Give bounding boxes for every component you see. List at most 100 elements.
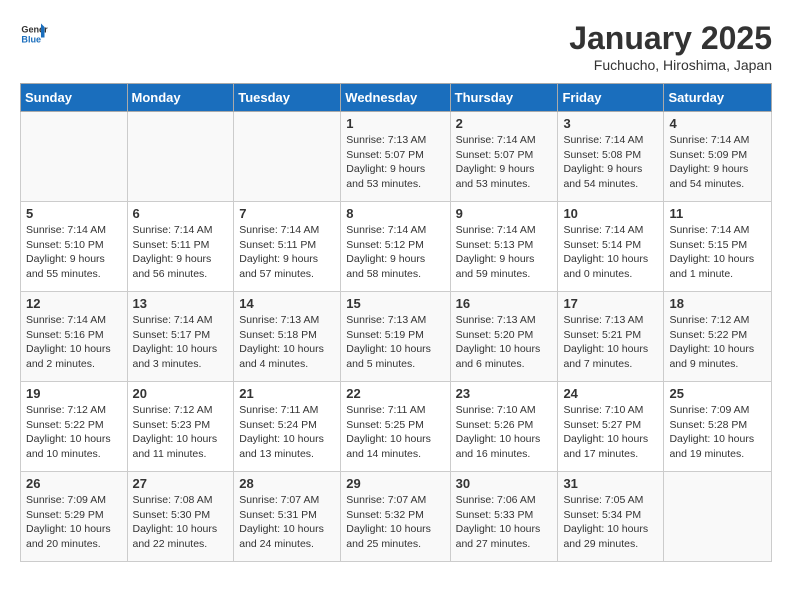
calendar-day-cell: 10 Sunrise: 7:14 AM Sunset: 5:14 PM Dayli… [558, 202, 664, 292]
day-info: Sunrise: 7:10 AM Sunset: 5:27 PM Dayligh… [563, 403, 658, 462]
day-number: 27 [133, 476, 229, 491]
calendar-day-cell: 24 Sunrise: 7:10 AM Sunset: 5:27 PM Dayli… [558, 382, 664, 472]
day-info: Sunrise: 7:12 AM Sunset: 5:22 PM Dayligh… [669, 313, 766, 372]
day-info: Sunrise: 7:07 AM Sunset: 5:31 PM Dayligh… [239, 493, 335, 552]
day-info: Sunrise: 7:14 AM Sunset: 5:14 PM Dayligh… [563, 223, 658, 282]
page-header: General Blue January 2025 Fuchucho, Hiro… [20, 20, 772, 73]
calendar-day-cell: 23Sunrise: 7:10 AM Sunset: 5:26 PM Dayli… [450, 382, 558, 472]
month-title: January 2025 [569, 20, 772, 57]
day-number: 8 [346, 206, 444, 221]
calendar-day-cell: 14Sunrise: 7:13 AM Sunset: 5:18 PM Dayli… [234, 292, 341, 382]
calendar-header: SundayMondayTuesdayWednesdayThursdayFrid… [21, 84, 772, 112]
day-number: 15 [346, 296, 444, 311]
calendar-day-cell: 7 Sunrise: 7:14 AM Sunset: 5:11 PM Daylig… [234, 202, 341, 292]
weekday-header: Thursday [450, 84, 558, 112]
day-number: 21 [239, 386, 335, 401]
calendar-day-cell: 8 Sunrise: 7:14 AM Sunset: 5:12 PM Daylig… [341, 202, 450, 292]
calendar-day-cell: 16 Sunrise: 7:13 AM Sunset: 5:20 PM Dayli… [450, 292, 558, 382]
calendar-day-cell: 11Sunrise: 7:14 AM Sunset: 5:15 PM Dayli… [664, 202, 772, 292]
weekday-header: Sunday [21, 84, 128, 112]
calendar-day-cell: 27 Sunrise: 7:08 AM Sunset: 5:30 PM Dayli… [127, 472, 234, 562]
day-info: Sunrise: 7:13 AM Sunset: 5:19 PM Dayligh… [346, 313, 444, 372]
day-info: Sunrise: 7:11 AM Sunset: 5:25 PM Dayligh… [346, 403, 444, 462]
calendar-day-cell: 4 Sunrise: 7:14 AM Sunset: 5:09 PM Daylig… [664, 112, 772, 202]
day-number: 28 [239, 476, 335, 491]
day-number: 29 [346, 476, 444, 491]
day-number: 26 [26, 476, 122, 491]
calendar-day-cell: 21 Sunrise: 7:11 AM Sunset: 5:24 PM Dayli… [234, 382, 341, 472]
day-info: Sunrise: 7:14 AM Sunset: 5:17 PM Dayligh… [133, 313, 229, 372]
calendar-table: SundayMondayTuesdayWednesdayThursdayFrid… [20, 83, 772, 562]
logo: General Blue [20, 20, 48, 48]
day-info: Sunrise: 7:05 AM Sunset: 5:34 PM Dayligh… [563, 493, 658, 552]
day-info: Sunrise: 7:14 AM Sunset: 5:13 PM Dayligh… [456, 223, 553, 282]
day-number: 22 [346, 386, 444, 401]
day-info: Sunrise: 7:12 AM Sunset: 5:23 PM Dayligh… [133, 403, 229, 462]
calendar-week-row: 5Sunrise: 7:14 AM Sunset: 5:10 PM Daylig… [21, 202, 772, 292]
svg-text:Blue: Blue [21, 34, 41, 44]
day-info: Sunrise: 7:10 AM Sunset: 5:26 PM Dayligh… [456, 403, 553, 462]
day-info: Sunrise: 7:09 AM Sunset: 5:28 PM Dayligh… [669, 403, 766, 462]
day-number: 12 [26, 296, 122, 311]
calendar-day-cell [664, 472, 772, 562]
calendar-day-cell: 13 Sunrise: 7:14 AM Sunset: 5:17 PM Dayli… [127, 292, 234, 382]
day-info: Sunrise: 7:13 AM Sunset: 5:20 PM Dayligh… [456, 313, 553, 372]
day-number: 17 [563, 296, 658, 311]
day-number: 9 [456, 206, 553, 221]
calendar-day-cell [21, 112, 128, 202]
calendar-day-cell: 25 Sunrise: 7:09 AM Sunset: 5:28 PM Dayli… [664, 382, 772, 472]
day-info: Sunrise: 7:14 AM Sunset: 5:12 PM Dayligh… [346, 223, 444, 282]
calendar-day-cell: 26 Sunrise: 7:09 AM Sunset: 5:29 PM Dayli… [21, 472, 128, 562]
day-info: Sunrise: 7:12 AM Sunset: 5:22 PM Dayligh… [26, 403, 122, 462]
weekday-header: Monday [127, 84, 234, 112]
day-info: Sunrise: 7:14 AM Sunset: 5:07 PM Dayligh… [456, 133, 553, 192]
calendar-week-row: 12 Sunrise: 7:14 AM Sunset: 5:16 PM Dayli… [21, 292, 772, 382]
day-info: Sunrise: 7:14 AM Sunset: 5:11 PM Dayligh… [239, 223, 335, 282]
day-info: Sunrise: 7:14 AM Sunset: 5:11 PM Dayligh… [133, 223, 229, 282]
calendar-day-cell: 29Sunrise: 7:07 AM Sunset: 5:32 PM Dayli… [341, 472, 450, 562]
calendar-week-row: 26 Sunrise: 7:09 AM Sunset: 5:29 PM Dayli… [21, 472, 772, 562]
calendar-day-cell: 3 Sunrise: 7:14 AM Sunset: 5:08 PM Daylig… [558, 112, 664, 202]
calendar-week-row: 1Sunrise: 7:13 AM Sunset: 5:07 PM Daylig… [21, 112, 772, 202]
day-info: Sunrise: 7:13 AM Sunset: 5:21 PM Dayligh… [563, 313, 658, 372]
day-number: 30 [456, 476, 553, 491]
calendar-day-cell: 17 Sunrise: 7:13 AM Sunset: 5:21 PM Dayli… [558, 292, 664, 382]
calendar-day-cell: 28 Sunrise: 7:07 AM Sunset: 5:31 PM Dayli… [234, 472, 341, 562]
calendar-day-cell: 5Sunrise: 7:14 AM Sunset: 5:10 PM Daylig… [21, 202, 128, 292]
calendar-day-cell: 19Sunrise: 7:12 AM Sunset: 5:22 PM Dayli… [21, 382, 128, 472]
day-number: 16 [456, 296, 553, 311]
calendar-day-cell: 22 Sunrise: 7:11 AM Sunset: 5:25 PM Dayli… [341, 382, 450, 472]
day-number: 13 [133, 296, 229, 311]
day-info: Sunrise: 7:14 AM Sunset: 5:16 PM Dayligh… [26, 313, 122, 372]
day-info: Sunrise: 7:14 AM Sunset: 5:08 PM Dayligh… [563, 133, 658, 192]
day-info: Sunrise: 7:09 AM Sunset: 5:29 PM Dayligh… [26, 493, 122, 552]
day-info: Sunrise: 7:14 AM Sunset: 5:09 PM Dayligh… [669, 133, 766, 192]
day-info: Sunrise: 7:13 AM Sunset: 5:07 PM Dayligh… [346, 133, 444, 192]
calendar-day-cell [234, 112, 341, 202]
title-block: January 2025 Fuchucho, Hiroshima, Japan [569, 20, 772, 73]
calendar-day-cell: 6Sunrise: 7:14 AM Sunset: 5:11 PM Daylig… [127, 202, 234, 292]
day-number: 3 [563, 116, 658, 131]
day-number: 7 [239, 206, 335, 221]
day-number: 25 [669, 386, 766, 401]
logo-icon: General Blue [20, 20, 48, 48]
day-info: Sunrise: 7:13 AM Sunset: 5:18 PM Dayligh… [239, 313, 335, 372]
calendar-day-cell [127, 112, 234, 202]
day-info: Sunrise: 7:14 AM Sunset: 5:15 PM Dayligh… [669, 223, 766, 282]
weekday-header: Wednesday [341, 84, 450, 112]
day-number: 4 [669, 116, 766, 131]
calendar-day-cell: 18Sunrise: 7:12 AM Sunset: 5:22 PM Dayli… [664, 292, 772, 382]
calendar-day-cell: 1Sunrise: 7:13 AM Sunset: 5:07 PM Daylig… [341, 112, 450, 202]
location: Fuchucho, Hiroshima, Japan [569, 57, 772, 73]
day-info: Sunrise: 7:11 AM Sunset: 5:24 PM Dayligh… [239, 403, 335, 462]
calendar-day-cell: 31 Sunrise: 7:05 AM Sunset: 5:34 PM Dayli… [558, 472, 664, 562]
weekday-header: Friday [558, 84, 664, 112]
day-number: 31 [563, 476, 658, 491]
day-info: Sunrise: 7:08 AM Sunset: 5:30 PM Dayligh… [133, 493, 229, 552]
day-number: 24 [563, 386, 658, 401]
calendar-day-cell: 2 Sunrise: 7:14 AM Sunset: 5:07 PM Daylig… [450, 112, 558, 202]
day-number: 2 [456, 116, 553, 131]
day-number: 10 [563, 206, 658, 221]
calendar-day-cell: 30Sunrise: 7:06 AM Sunset: 5:33 PM Dayli… [450, 472, 558, 562]
day-info: Sunrise: 7:14 AM Sunset: 5:10 PM Dayligh… [26, 223, 122, 282]
